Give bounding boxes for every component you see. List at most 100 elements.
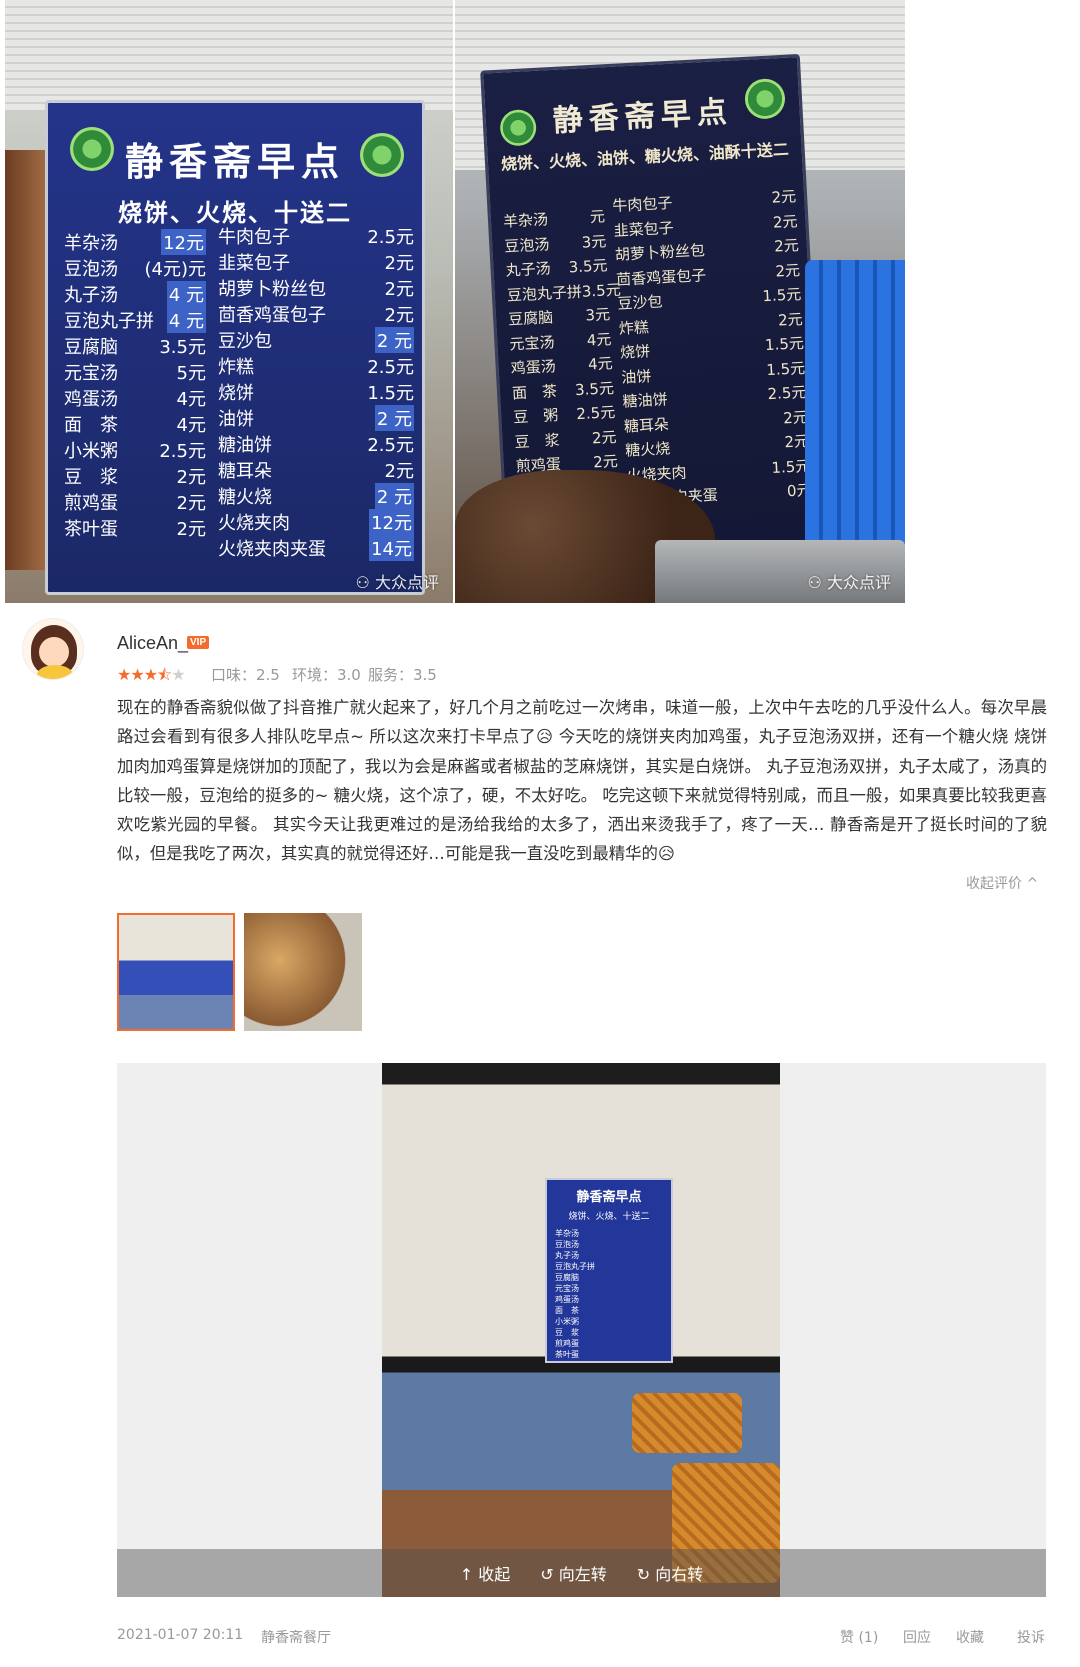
photo-viewer: 静香斋早点 烧饼、火烧、十送二 羊杂汤 豆泡汤 丸子汤 豆泡丸子拼 豆腐脑 元宝汤 鸡蛋汤面… — [117, 1063, 1046, 1597]
menu-item-price: 3.5元 — [574, 378, 615, 399]
menu-column-right: 牛肉包子 2.5元 韭菜包子 2元 胡萝卜粉丝包 2元 茴香鸡蛋包子 2元 豆沙包 2 元炸糕 2.… — [218, 223, 414, 561]
star-icon: ★ — [143, 665, 158, 684]
star-half-icon: ⯪ — [157, 665, 172, 684]
avatar[interactable] — [22, 618, 84, 680]
menu-item-name: 牛肉包子 — [218, 227, 290, 248]
viewer-menu-line: 茶叶蛋 — [555, 1350, 579, 1359]
photo-thumbnail-selected[interactable] — [117, 913, 235, 1031]
menu-item-price: 2.5元 — [575, 403, 616, 424]
menu-item-name: 元宝汤 — [509, 332, 555, 354]
menu-item-price: 4元 — [176, 415, 206, 436]
collapse-review-link[interactable]: 收起评价 ^ — [966, 873, 1038, 893]
menu-item-name: 豆泡汤 — [64, 259, 118, 280]
menu-item-name: 胡萝卜粉丝包 — [614, 241, 706, 264]
menu-item-name: 火烧夹肉 — [218, 513, 290, 534]
menu-item-name: 煎鸡蛋 — [64, 493, 118, 514]
menu-item: 茶叶蛋 2元 — [64, 515, 206, 541]
menu-item-name: 面 茶 — [64, 415, 118, 436]
menu-item: 元宝汤 5元 — [64, 359, 206, 385]
menu-photo-1[interactable]: 静香斋早点 烧饼、火烧、十送二 羊杂汤 12元 豆泡汤 (4元)元 丸子汤 4 元豆泡丸子… — [5, 0, 453, 603]
viewer-board-lines: 羊杂汤 豆泡汤 丸子汤 豆泡丸子拼 豆腐脑 元宝汤 鸡蛋汤面 茶小米粥豆 浆煎鸡蛋 茶叶蛋 — [555, 1228, 663, 1360]
menu-item-price: 2元 — [384, 253, 414, 274]
menu-item: 豆泡丸子拼 4 元 — [64, 307, 206, 333]
menu-item-price: 12元 — [161, 229, 206, 255]
menu-item-price: 2元 — [384, 305, 414, 326]
viewer-toolbar: ↑ 收起 ↺ 向左转 ↻ 向右转 — [117, 1549, 1046, 1597]
menu-item-price: 2.5元 — [767, 383, 807, 404]
menu-item-price: 12元 — [369, 509, 414, 535]
viewer-menu-line: 元宝汤 — [555, 1284, 579, 1293]
menu-item-price: 3元 — [581, 231, 607, 252]
menu-item-name: 面 茶 — [511, 381, 558, 402]
menu-item: 火烧夹肉 12元 — [218, 509, 414, 535]
menu-item: 炸糕 2.5元 — [218, 353, 414, 379]
person-icon: ⚇ — [807, 573, 827, 592]
menu-item-name: 豆 浆 — [514, 430, 561, 451]
menu-item-price: 2元 — [592, 452, 619, 472]
menu-item-price: 元 — [589, 207, 606, 227]
menu-item-name: 豆沙包 — [218, 331, 272, 352]
viewer-photo: 静香斋早点 烧饼、火烧、十送二 羊杂汤 豆泡汤 丸子汤 豆泡丸子拼 豆腐脑 元宝汤 鸡蛋汤面… — [382, 1063, 780, 1597]
menu-item: 牛肉包子 2.5元 — [218, 223, 414, 249]
viewer-menu-line: 豆泡丸子拼 — [555, 1262, 595, 1271]
menu-item-price: 2元 — [773, 236, 800, 256]
score-taste: 口味：2.5 — [211, 666, 280, 684]
menu-item-name: 羊杂汤 — [502, 210, 549, 231]
menu-board: 静香斋早点 烧饼、火烧、十送二 羊杂汤 12元 豆泡汤 (4元)元 丸子汤 4 元豆泡丸子… — [45, 100, 425, 595]
menu-item-price: 2元 — [176, 467, 206, 488]
menu-item-price: 1.5元 — [765, 358, 806, 379]
menu-item: 火烧夹肉夹蛋 14元 — [218, 535, 414, 561]
menu-item-price: 3元 — [585, 305, 611, 325]
menu-item: 豆沙包 2 元 — [218, 327, 414, 353]
star-empty-icon: ★ — [171, 665, 185, 684]
photo-thumbnail[interactable] — [244, 913, 362, 1031]
menu-item-name: 豆腐脑 — [507, 308, 554, 329]
menu-item: 羊杂汤 12元 — [64, 229, 206, 255]
menu-item-name: 豆泡丸子拼 — [506, 282, 583, 305]
menu-item-price: 4 元 — [166, 281, 206, 307]
favorite-button[interactable]: 收藏 — [956, 1627, 984, 1647]
menu-item-name: 鸡蛋汤 — [510, 357, 557, 378]
menu-item-name: 豆 粥 — [512, 406, 559, 427]
viewer-menu-line: 面 茶 — [555, 1306, 579, 1315]
menu-item-name: 糖火烧 — [624, 439, 671, 460]
menu-item-name: 元宝汤 — [64, 363, 118, 384]
viewer-menu-board: 静香斋早点 烧饼、火烧、十送二 羊杂汤 豆泡汤 丸子汤 豆泡丸子拼 豆腐脑 元宝汤 鸡蛋汤面… — [545, 1178, 673, 1363]
star-icon: ★ — [117, 665, 131, 684]
menu-item: 糖耳朵 2元 — [218, 457, 414, 483]
viewer-board-title: 静香斋早点 — [576, 1190, 642, 1205]
menu-item-name: 油饼 — [620, 366, 652, 387]
menu-photo-2[interactable]: 静香斋早点 烧饼、火烧、油饼、糖火烧、油酥十送二 羊杂汤元豆泡汤 3元 丸子汤 3.5… — [455, 0, 905, 603]
menu-item-name: 炸糕 — [618, 317, 650, 338]
board-title: 静香斋早点 — [124, 139, 345, 184]
menu-item-name: 丸子汤 — [64, 285, 118, 306]
menu-item-price: 4元 — [176, 389, 206, 410]
menu-item: 烧饼 1.5元 — [218, 379, 414, 405]
menu-item-name: 糖火烧 — [218, 487, 272, 508]
menu-item-name: 油饼 — [218, 409, 254, 430]
menu-item: 油饼 2 元 — [218, 405, 414, 431]
menu-item-price: 3.5元 — [568, 256, 608, 277]
username[interactable]: AliceAn_ — [117, 633, 188, 654]
menu-item-price: 2元 — [777, 309, 804, 329]
like-button[interactable]: 赞 (1) — [840, 1627, 878, 1647]
menu-item-name: 胡萝卜粉丝包 — [218, 279, 326, 300]
watermark: ⚇ 大众点评 — [356, 569, 439, 593]
reply-button[interactable]: 回应 — [903, 1627, 931, 1647]
menu-item-price: 2元 — [772, 211, 798, 232]
menu-item-price: 2元 — [384, 279, 414, 300]
collapse-button[interactable]: ↑ 收起 — [460, 1561, 511, 1585]
menu-column-left: 羊杂汤 12元 豆泡汤 (4元)元 丸子汤 4 元豆泡丸子拼 4 元豆腐脑 3.5元 元宝汤 5元… — [64, 229, 206, 541]
menu-item-price: 4元 — [586, 329, 612, 349]
menu-item-name: 小米粥 — [64, 441, 118, 462]
shop-link[interactable]: 静香斋餐厅 — [261, 1627, 331, 1647]
rotate-right-button[interactable]: ↻ 向右转 — [637, 1561, 704, 1585]
menu-item: 韭菜包子 2元 — [218, 249, 414, 275]
rotate-left-button[interactable]: ↺ 向左转 — [540, 1561, 607, 1585]
menu-item-price: 2.5元 — [367, 357, 414, 378]
menu-item-price: 14元 — [369, 535, 414, 561]
window-background — [5, 0, 453, 110]
fried-dough — [632, 1393, 742, 1453]
menu-item: 煎鸡蛋 2元 — [64, 489, 206, 515]
report-button[interactable]: 投诉 — [1017, 1627, 1045, 1647]
